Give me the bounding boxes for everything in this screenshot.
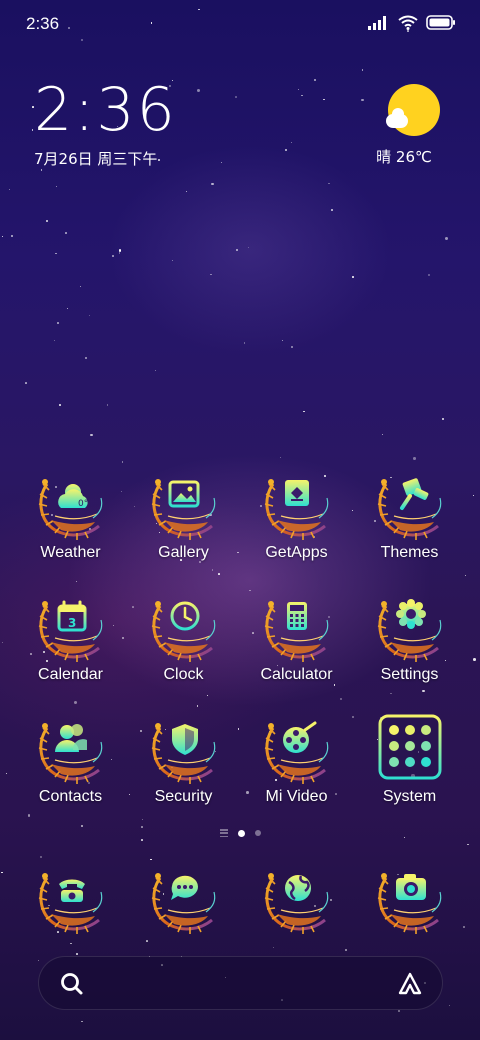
- security-icon: [150, 721, 216, 784]
- weather-icon: 0°: [37, 477, 103, 540]
- status-icons: [368, 15, 456, 30]
- app-calendar[interactable]: 3 Calendar: [14, 590, 127, 684]
- app-label: GetApps: [265, 544, 328, 561]
- battery-icon: [426, 15, 455, 30]
- weather-widget[interactable]: 晴 26℃: [376, 84, 444, 167]
- status-bar: 2:36: [0, 0, 480, 48]
- app-contacts[interactable]: Contacts: [14, 712, 127, 806]
- app-label: Mi Video: [265, 788, 328, 805]
- app-label: Weather: [40, 544, 101, 561]
- sunny-weather-icon: [386, 84, 440, 136]
- app-label: Calendar: [38, 666, 103, 683]
- svg-text:0°: 0°: [78, 499, 88, 509]
- status-time: 2:36: [26, 14, 60, 33]
- calculator-icon: [263, 599, 329, 662]
- getapps-icon: [263, 477, 329, 540]
- dock-browser[interactable]: [240, 862, 353, 934]
- page-dot: [254, 830, 261, 836]
- app-label: Gallery: [158, 544, 209, 561]
- widget-date: 7月26日 周三下午: [34, 150, 158, 168]
- search-icon[interactable]: [59, 971, 85, 997]
- mi-video-icon: [263, 721, 329, 784]
- app-themes[interactable]: Themes: [353, 468, 466, 562]
- themes-icon: [376, 477, 442, 540]
- calendar-icon: 3: [37, 599, 103, 662]
- settings-icon: [376, 599, 442, 662]
- wifi-icon: [398, 15, 418, 30]
- weather-text: 晴 26℃: [376, 148, 432, 166]
- page-dot-active: [237, 829, 245, 837]
- clock-icon: [150, 599, 216, 662]
- app-gallery[interactable]: Gallery: [127, 468, 240, 562]
- signal-icon: [368, 15, 386, 30]
- app-clock[interactable]: Clock: [127, 590, 240, 684]
- browser-icon: [263, 871, 329, 934]
- camera-icon: [376, 871, 442, 934]
- feed-page-indicator-icon: [219, 829, 228, 837]
- app-weather[interactable]: 0° Weather: [14, 468, 127, 562]
- app-calculator[interactable]: Calculator: [240, 590, 353, 684]
- app-label: Contacts: [38, 788, 103, 805]
- widget-time: 2:36: [34, 75, 177, 145]
- app-getapps[interactable]: GetApps: [240, 468, 353, 562]
- dock-camera[interactable]: [353, 862, 466, 934]
- dock-phone[interactable]: [14, 862, 127, 934]
- app-label: Security: [154, 788, 213, 805]
- folder-system[interactable]: System: [353, 712, 466, 806]
- dock: [14, 862, 466, 934]
- app-label: Settings: [380, 666, 439, 683]
- app-grid: 0° Weather Gallery GetApps Themes 3 Cale…: [14, 468, 466, 806]
- phone-icon: [37, 871, 103, 934]
- gallery-icon: [150, 477, 216, 540]
- search-bar[interactable]: [38, 956, 443, 1010]
- app-vault-icon[interactable]: [396, 970, 424, 998]
- app-label: Themes: [380, 544, 439, 561]
- messages-icon: [150, 871, 216, 934]
- app-label: Calculator: [260, 666, 333, 683]
- dock-messages[interactable]: [127, 862, 240, 934]
- app-label: System: [382, 788, 437, 805]
- contacts-icon: [37, 721, 103, 784]
- system-folder-icon: [378, 714, 441, 780]
- app-mi-video[interactable]: Mi Video: [240, 712, 353, 806]
- page-indicator[interactable]: [0, 829, 480, 837]
- svg-text:3: 3: [68, 616, 76, 630]
- app-label: Clock: [163, 666, 204, 683]
- app-security[interactable]: Security: [127, 712, 240, 806]
- app-settings[interactable]: Settings: [353, 590, 466, 684]
- clock-widget[interactable]: 2:36 7月26日 周三下午: [34, 78, 177, 169]
